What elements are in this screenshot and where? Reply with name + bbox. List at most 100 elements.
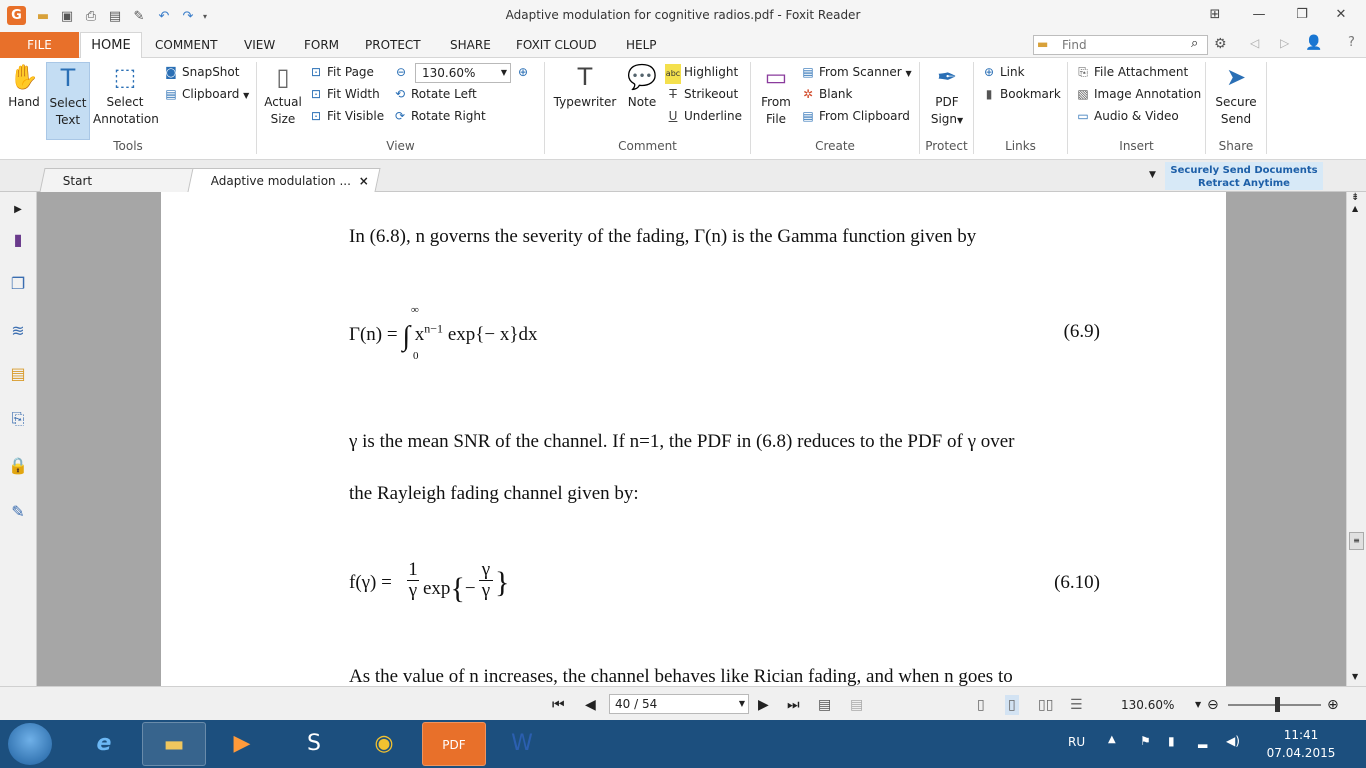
- from-clipboard-button[interactable]: ▤ From Clipboard: [800, 106, 910, 126]
- close-button[interactable]: ✕: [1326, 4, 1356, 26]
- zoom-select[interactable]: 130.60% ▼: [415, 63, 511, 83]
- pages-icon[interactable]: ❐: [6, 272, 30, 296]
- tab-start[interactable]: Start: [39, 168, 195, 192]
- volume-icon[interactable]: ◀): [1226, 734, 1240, 748]
- explorer-icon[interactable]: ▬: [142, 722, 206, 766]
- actual-size-button[interactable]: ▯ Actual Size: [262, 62, 304, 128]
- clock[interactable]: 11:41 07.04.2015: [1265, 726, 1337, 762]
- tab-list-chevron-icon[interactable]: ▼: [1149, 170, 1156, 180]
- network-icon[interactable]: ▂: [1198, 734, 1207, 748]
- fit-visible-button[interactable]: ⊡ Fit Visible: [308, 106, 384, 126]
- search-icon[interactable]: ⌕: [1191, 36, 1198, 51]
- underline-button[interactable]: U Underline: [665, 106, 742, 126]
- hand-button[interactable]: ✋ Hand: [6, 62, 42, 111]
- action-center-icon[interactable]: ⚑: [1140, 734, 1151, 748]
- select-text-button[interactable]: T Select Text: [46, 62, 90, 140]
- secure-send-button[interactable]: ➤ Secure Send: [1211, 62, 1261, 128]
- menu-home[interactable]: HOME: [80, 32, 142, 59]
- continuous-page-icon[interactable]: ▯: [1005, 695, 1019, 715]
- menu-comment[interactable]: COMMENT: [155, 32, 217, 58]
- from-scanner-button[interactable]: ▤ From Scanner ▼: [800, 62, 911, 82]
- scrollbar-thumb[interactable]: ≡: [1349, 532, 1364, 550]
- document-viewport[interactable]: In (6.8), n governs the severity of the …: [37, 192, 1346, 686]
- user-icon[interactable]: 👤: [1305, 35, 1322, 51]
- zoom-in-icon[interactable]: ⊕: [1327, 695, 1339, 715]
- zoom-out-button[interactable]: ⊖: [393, 62, 412, 82]
- file-attachment-button[interactable]: ⎘ File Attachment: [1075, 62, 1188, 82]
- scroll-split-icon[interactable]: ⇟: [1351, 192, 1359, 203]
- bookmark-button[interactable]: ▮ Bookmark: [981, 84, 1061, 104]
- minimize-button[interactable]: —: [1244, 4, 1274, 26]
- ribbon-toggle-icon[interactable]: ⊞: [1200, 4, 1230, 26]
- from-file-button[interactable]: ▭ From File: [756, 62, 796, 128]
- strikeout-button[interactable]: T Strikeout: [665, 84, 738, 104]
- snapshot-button[interactable]: ◙ SnapShot: [163, 62, 239, 82]
- internet-explorer-icon[interactable]: e: [72, 722, 136, 766]
- previous-result-icon[interactable]: ◁: [1250, 36, 1259, 50]
- menu-help[interactable]: HELP: [626, 32, 657, 58]
- next-result-icon[interactable]: ▷: [1280, 36, 1289, 50]
- menu-view[interactable]: VIEW: [244, 32, 275, 58]
- fit-width-button[interactable]: ⊡ Fit Width: [308, 84, 380, 104]
- select-annotation-button[interactable]: ⬚ Select Annotation: [93, 62, 159, 128]
- bookmarks-icon[interactable]: ▮: [6, 228, 30, 252]
- rotate-right-button[interactable]: ⟳ Rotate Right: [392, 106, 486, 126]
- security-lock-icon[interactable]: 🔒: [6, 454, 30, 478]
- attachments-icon[interactable]: ⎘: [6, 407, 30, 431]
- start-button[interactable]: [8, 723, 52, 765]
- media-player-icon[interactable]: ▶: [210, 722, 274, 766]
- zoom-slider[interactable]: [1228, 697, 1321, 712]
- settings-icon[interactable]: ⚙: [1214, 36, 1227, 52]
- highlight-button[interactable]: abc Highlight: [665, 62, 738, 84]
- word-icon[interactable]: W: [490, 722, 554, 766]
- help-icon[interactable]: ?: [1348, 35, 1355, 50]
- scroll-down-icon[interactable]: ▼: [1352, 672, 1358, 681]
- vertical-scrollbar[interactable]: ⇟ ▲ ≡ ▼: [1346, 192, 1366, 686]
- next-view-icon[interactable]: ▤: [850, 695, 863, 715]
- menu-file[interactable]: FILE: [0, 32, 79, 58]
- secure-send-banner[interactable]: Securely Send Documents Retract Anytime: [1165, 162, 1323, 190]
- clipboard-button[interactable]: ▤ Clipboard ▼: [163, 84, 249, 104]
- typewriter-button[interactable]: T Typewriter: [550, 62, 620, 111]
- zoom-in-button[interactable]: ⊕: [515, 62, 534, 82]
- menu-foxit-cloud[interactable]: FOXIT CLOUD: [516, 32, 597, 58]
- page-number-input[interactable]: 40 / 54 ▼: [609, 694, 749, 714]
- zoom-out-icon[interactable]: ⊖: [1207, 695, 1219, 715]
- next-page-icon[interactable]: ▶: [758, 695, 769, 715]
- zoom-slider-handle[interactable]: [1275, 697, 1280, 712]
- status-zoom-value[interactable]: 130.60%: [1121, 695, 1174, 715]
- close-tab-icon[interactable]: ×: [359, 169, 369, 193]
- chevron-down-icon[interactable]: ▼: [1195, 695, 1201, 715]
- tab-document[interactable]: Adaptive modulation ... ×: [187, 168, 381, 193]
- fit-page-button[interactable]: ⊡ Fit Page: [308, 62, 374, 82]
- comments-icon[interactable]: ▤: [6, 362, 30, 386]
- previous-view-icon[interactable]: ▤: [818, 695, 831, 715]
- battery-icon[interactable]: ▮: [1168, 734, 1175, 748]
- menu-form[interactable]: FORM: [304, 32, 339, 58]
- layers-icon[interactable]: ≋: [6, 319, 30, 343]
- chrome-icon[interactable]: ◉: [352, 722, 416, 766]
- previous-page-icon[interactable]: ◀: [585, 695, 596, 715]
- maximize-button[interactable]: ❐: [1287, 4, 1317, 26]
- continuous-facing-icon[interactable]: ☰: [1070, 695, 1083, 715]
- pdf-sign-button[interactable]: ✒ PDF Sign▼: [925, 62, 969, 129]
- pdf-page[interactable]: In (6.8), n governs the severity of the …: [161, 192, 1226, 686]
- scroll-up-icon[interactable]: ▲: [1352, 204, 1358, 213]
- find-input[interactable]: Find: [1033, 35, 1208, 55]
- menu-share[interactable]: SHARE: [450, 32, 491, 58]
- image-annotation-button[interactable]: ▧ Image Annotation: [1075, 84, 1201, 104]
- expand-panel-icon[interactable]: ▶: [6, 198, 30, 222]
- note-button[interactable]: 💬 Note: [624, 62, 660, 111]
- signature-icon[interactable]: ✎: [6, 500, 30, 524]
- single-page-icon[interactable]: ▯: [977, 695, 985, 715]
- foxit-reader-taskbar-icon[interactable]: PDF: [422, 722, 486, 766]
- show-hidden-icons-icon[interactable]: ▲: [1108, 734, 1116, 745]
- first-page-icon[interactable]: ⏮: [552, 695, 565, 715]
- audio-video-button[interactable]: ▭ Audio & Video: [1075, 106, 1178, 126]
- skype-icon[interactable]: S: [282, 722, 346, 766]
- rotate-left-button[interactable]: ⟲ Rotate Left: [392, 84, 477, 104]
- menu-protect[interactable]: PROTECT: [365, 32, 421, 58]
- last-page-icon[interactable]: ⏭: [787, 695, 800, 715]
- find-folder-icon[interactable]: ▬: [1037, 37, 1048, 51]
- language-indicator[interactable]: RU: [1068, 735, 1085, 749]
